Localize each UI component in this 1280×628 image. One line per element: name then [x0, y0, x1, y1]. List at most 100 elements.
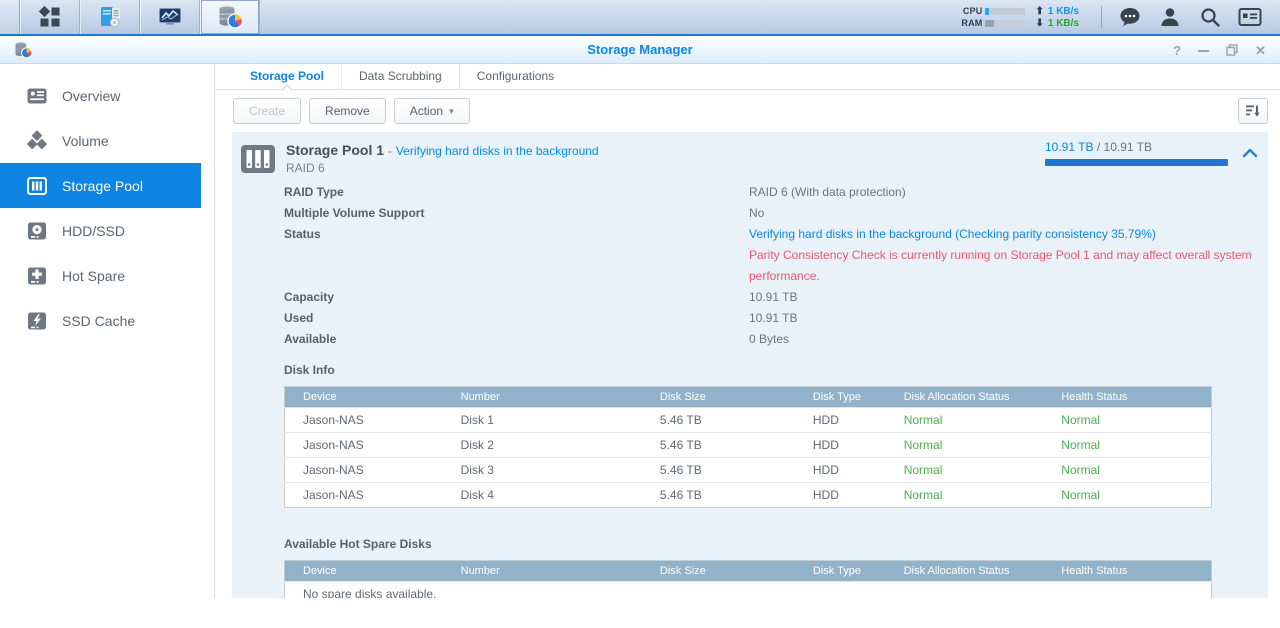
capacity-value: 10.91 TB: [749, 287, 797, 308]
action-button[interactable]: Action ▾: [394, 98, 470, 124]
sidebar-item-overview[interactable]: Overview: [0, 73, 201, 118]
used-label: Used: [284, 308, 749, 329]
tray-divider: [1101, 6, 1102, 28]
taskbar: CPU RAM ⬆ 1 KB/s ⬇ 1 KB/s: [0, 0, 1280, 36]
column-header[interactable]: Number: [461, 561, 660, 582]
sort-button[interactable]: [1238, 98, 1268, 124]
upload-arrow-icon: ⬆: [1035, 6, 1043, 17]
storage-manager-button[interactable]: [200, 0, 260, 34]
minimize-button[interactable]: [1198, 45, 1209, 56]
column-header[interactable]: Health Status: [1061, 561, 1211, 582]
sidebar-item-ssd-cache[interactable]: SSD Cache: [0, 298, 201, 343]
hot-spare-header-row: DeviceNumberDisk SizeDisk TypeDisk Alloc…: [285, 561, 1212, 582]
tab-data-scrubbing[interactable]: Data Scrubbing: [341, 64, 459, 89]
chat-bubble-icon: [1118, 6, 1142, 28]
disk-row[interactable]: Jason-NASDisk 45.46 TBHDDNormalNormal: [285, 483, 1212, 508]
ssd-cache-icon: [26, 310, 48, 332]
status-value: Verifying hard disks in the background (…: [749, 224, 1254, 245]
cell: Normal: [1061, 458, 1211, 483]
sidebar-item-storage-pool[interactable]: Storage Pool: [0, 163, 201, 208]
cell: Normal: [1061, 483, 1211, 508]
widgets-button[interactable]: [1230, 0, 1270, 34]
sidebar-item-label: Volume: [62, 133, 109, 149]
capacity-label: Capacity: [284, 287, 749, 308]
maximize-button[interactable]: [1226, 44, 1238, 56]
cell: Normal: [904, 483, 1062, 508]
cell: 5.46 TB: [660, 458, 813, 483]
download-arrow-icon: ⬇: [1035, 18, 1043, 29]
create-button[interactable]: Create: [233, 98, 301, 124]
volume-icon: [26, 130, 48, 152]
hdd-ssd-icon: [26, 220, 48, 242]
column-header[interactable]: Health Status: [1061, 387, 1211, 408]
system-meter: CPU RAM: [956, 6, 1025, 28]
cell: Disk 3: [461, 458, 660, 483]
column-header[interactable]: Device: [285, 561, 461, 582]
sidebar-item-hot-spare[interactable]: Hot Spare: [0, 253, 201, 298]
window-titlebar[interactable]: Storage Manager ? ✕: [0, 36, 1280, 64]
upload-speed: 1 KB/s: [1048, 6, 1079, 17]
disk-row[interactable]: Jason-NASDisk 15.46 TBHDDNormalNormal: [285, 408, 1212, 433]
hot-spare-title: Available Hot Spare Disks: [284, 534, 1268, 555]
collapse-button[interactable]: [1242, 148, 1258, 158]
maximize-icon: [1226, 44, 1238, 56]
column-header[interactable]: Disk Type: [813, 561, 904, 582]
column-header[interactable]: Disk Allocation Status: [904, 387, 1062, 408]
column-header[interactable]: Number: [461, 387, 660, 408]
cell: HDD: [813, 433, 904, 458]
disk-info-header-row: DeviceNumberDisk SizeDisk TypeDisk Alloc…: [285, 387, 1212, 408]
close-button[interactable]: ✕: [1255, 44, 1266, 57]
sidebar-item-hdd-ssd[interactable]: HDD/SSD: [0, 208, 201, 253]
user-menu-button[interactable]: [1150, 0, 1190, 34]
help-button[interactable]: ?: [1173, 44, 1181, 57]
user-icon: [1159, 6, 1181, 28]
used-value: 10.91 TB: [749, 308, 797, 329]
cpu-meter: [985, 8, 1025, 15]
column-header[interactable]: Disk Type: [813, 387, 904, 408]
column-header[interactable]: Disk Size: [660, 387, 813, 408]
remove-button[interactable]: Remove: [309, 98, 386, 124]
pool-usage: 10.91 TB / 10.91 TB: [1045, 140, 1228, 166]
main-menu-button[interactable]: [20, 0, 80, 34]
main-content: Storage Pool Data Scrubbing Configuratio…: [215, 64, 1280, 598]
storage-pool-panel: Storage Pool 1 - Verifying hard disks in…: [232, 132, 1268, 598]
resource-monitor-button[interactable]: [140, 0, 200, 34]
storage-manager-window: Storage Manager ? ✕: [0, 36, 1280, 628]
hot-spare-empty-row: No spare disks available.: [285, 582, 1212, 599]
notifications-button[interactable]: [1110, 0, 1150, 34]
multiple-volume-support-value: No: [749, 203, 764, 224]
cell: HDD: [813, 483, 904, 508]
cell: Normal: [904, 408, 1062, 433]
raid-type-label: RAID Type: [284, 182, 749, 203]
sidebar-item-label: HDD/SSD: [62, 223, 125, 239]
sidebar: Overview Volume: [0, 64, 215, 598]
sidebar-item-label: SSD Cache: [62, 313, 135, 329]
disk-row[interactable]: Jason-NASDisk 25.46 TBHDDNormalNormal: [285, 433, 1212, 458]
column-header[interactable]: Disk Size: [660, 561, 813, 582]
disk-row[interactable]: Jason-NASDisk 35.46 TBHDDNormalNormal: [285, 458, 1212, 483]
multiple-volume-support-label: Multiple Volume Support: [284, 203, 749, 224]
pool-header[interactable]: Storage Pool 1 - Verifying hard disks in…: [232, 132, 1268, 175]
search-button[interactable]: [1190, 0, 1230, 34]
available-label: Available: [284, 329, 749, 350]
show-desktop-button[interactable]: [0, 0, 20, 34]
column-header[interactable]: Device: [285, 387, 461, 408]
pool-details: RAID Type RAID 6 (With data protection) …: [232, 182, 1268, 350]
tab-storage-pool[interactable]: Storage Pool: [233, 64, 341, 89]
action-button-label: Action: [410, 104, 443, 118]
sidebar-item-volume[interactable]: Volume: [0, 118, 201, 163]
status-label: Status: [284, 224, 749, 287]
disk-info-title: Disk Info: [284, 360, 1268, 381]
search-icon: [1199, 6, 1221, 28]
control-panel-button[interactable]: [80, 0, 140, 34]
download-speed: 1 KB/s: [1048, 18, 1079, 29]
nas-pool-icon: [240, 144, 276, 175]
cpu-label: CPU: [956, 6, 982, 16]
tab-configurations[interactable]: Configurations: [459, 64, 571, 89]
usage-bar: [1045, 159, 1228, 166]
chevron-down-icon: ▾: [449, 106, 454, 117]
cell: Jason-NAS: [285, 433, 461, 458]
column-header[interactable]: Disk Allocation Status: [904, 561, 1062, 582]
usage-total: 10.91 TB: [1104, 140, 1152, 154]
sidebar-item-label: Storage Pool: [62, 178, 143, 194]
